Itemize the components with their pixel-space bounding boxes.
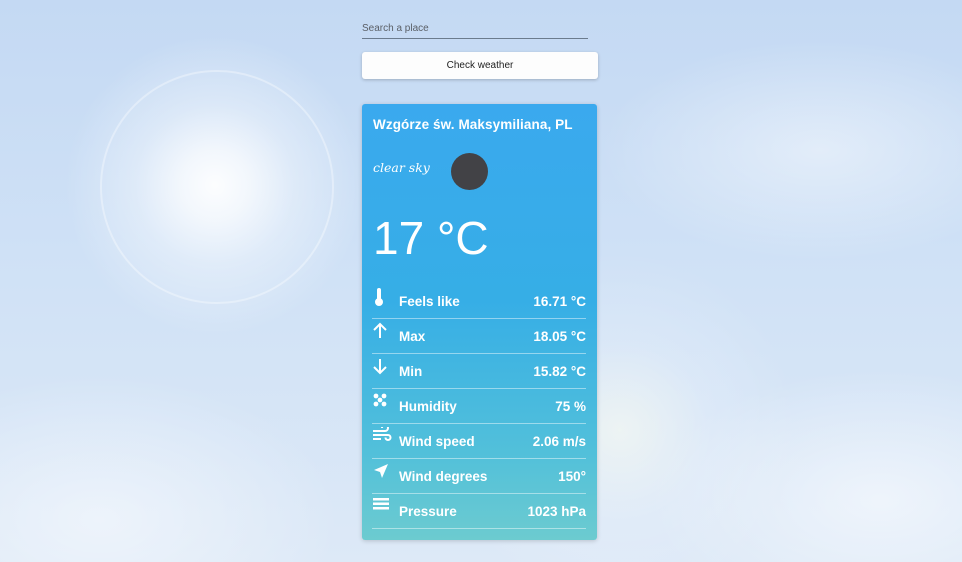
weather-condition-icon	[451, 153, 488, 190]
detail-row-wind-degrees: Wind degrees 150°	[372, 459, 586, 494]
detail-value: 150°	[558, 468, 586, 484]
detail-label: Min	[399, 363, 423, 379]
detail-label: Wind degrees	[399, 468, 488, 484]
weather-details-list: Feels like 16.71 °C Max 18.05 °C Min 15.…	[372, 284, 586, 529]
detail-label: Humidity	[399, 398, 457, 414]
detail-row-pressure: Pressure 1023 hPa	[372, 494, 586, 529]
search-field[interactable]	[362, 18, 588, 39]
detail-label: Wind speed	[399, 433, 475, 449]
sun-halo	[100, 70, 334, 304]
detail-label: Max	[399, 328, 426, 344]
detail-value: 1023 hPa	[527, 503, 586, 519]
wind-icon	[372, 427, 394, 447]
location-title: Wzgórze św. Maksymiliana, PL	[373, 117, 573, 132]
temperature-value: 17 °C	[373, 212, 489, 264]
detail-value: 18.05 °C	[533, 328, 586, 344]
detail-value: 75 %	[555, 398, 586, 414]
detail-value: 2.06 m/s	[532, 433, 586, 449]
detail-label: Pressure	[399, 503, 457, 519]
detail-row-feels-like: Feels like 16.71 °C	[372, 284, 586, 319]
arrow-up-icon	[372, 322, 394, 342]
thermometer-icon	[372, 287, 394, 307]
check-weather-button[interactable]: Check weather	[362, 52, 598, 79]
pressure-icon	[372, 497, 394, 517]
weather-card: Wzgórze św. Maksymiliana, PL clear sky 1…	[362, 104, 597, 540]
detail-row-min: Min 15.82 °C	[372, 354, 586, 389]
arrow-down-icon	[372, 357, 394, 377]
weather-description: clear sky	[373, 160, 430, 175]
detail-label: Feels like	[399, 293, 460, 309]
detail-row-max: Max 18.05 °C	[372, 319, 586, 354]
detail-row-wind-speed: Wind speed 2.06 m/s	[372, 424, 586, 459]
search-input[interactable]	[362, 20, 588, 34]
detail-row-humidity: Humidity 75 %	[372, 389, 586, 424]
detail-value: 16.71 °C	[533, 293, 586, 309]
detail-value: 15.82 °C	[533, 363, 586, 379]
humidity-icon	[372, 392, 394, 412]
navigation-icon	[372, 462, 394, 482]
